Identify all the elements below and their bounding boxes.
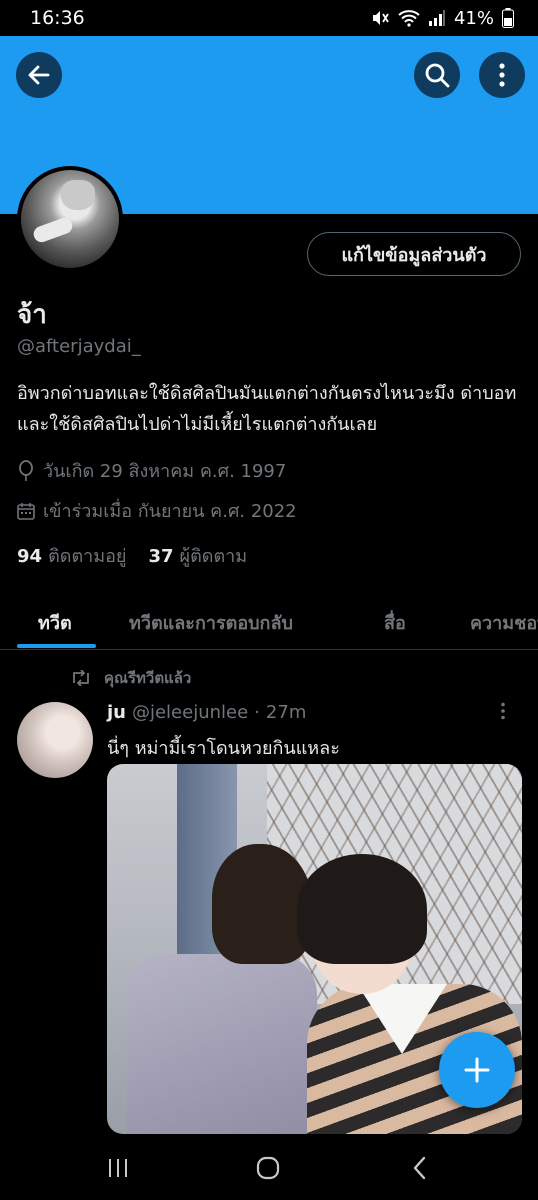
arrow-left-icon (28, 65, 50, 85)
tweet-author-avatar[interactable] (17, 702, 93, 778)
joined-text: เข้าร่วมเมื่อ กันยายน ค.ศ. 2022 (43, 501, 297, 522)
plus-icon (464, 1057, 490, 1083)
follow-stats: 94 ติดตามอยู่ 37 ผู้ติดตาม (17, 541, 247, 570)
signal-icon (428, 10, 445, 26)
back-button[interactable] (16, 52, 62, 98)
followers-count: 37 (148, 546, 174, 567)
recent-apps-button[interactable] (106, 1156, 130, 1184)
back-icon (413, 1156, 426, 1180)
display-name: จ้า (17, 300, 47, 330)
user-handle: @afterjaydai_ (17, 336, 141, 357)
tab-media[interactable]: สื่อ (384, 608, 406, 637)
system-navigation-bar (0, 1140, 538, 1200)
profile-avatar[interactable] (17, 166, 123, 272)
balloon-icon (19, 459, 33, 481)
following-label: ติดตามอยู่ (48, 546, 127, 567)
status-bar: 16:36 41% (0, 0, 538, 36)
followers-label: ผู้ติดตาม (179, 546, 248, 567)
tweet-more-button[interactable] (500, 702, 506, 724)
following-link[interactable]: 94 ติดตามอยู่ (17, 541, 126, 570)
recent-apps-icon (109, 1159, 127, 1177)
status-icons: 41% (370, 8, 514, 29)
following-count: 94 (17, 546, 43, 567)
active-tab-indicator (17, 644, 96, 648)
tab-tweets-and-replies[interactable]: ทวีตและการตอบกลับ (129, 608, 293, 637)
joined-line: เข้าร่วมเมื่อ กันยายน ค.ศ. 2022 (17, 496, 297, 525)
retweet-indicator: คุณรีทวีตแล้ว (70, 666, 191, 690)
battery-icon (502, 8, 514, 28)
more-vertical-icon (499, 63, 505, 87)
profile-bio: อิพวกด่าบอทและใช้ดิสศิลปินมันแตกต่างกันต… (17, 383, 517, 435)
tweet-author-name[interactable]: ju (107, 702, 126, 723)
profile-tabs: ทวีต ทวีตและการตอบกลับ สื่อ ความชอบ (0, 590, 538, 650)
status-time: 16:36 (30, 7, 85, 29)
tweet-header: ju @jeleejunlee · 27m (107, 702, 306, 723)
tweet-author-handle[interactable]: @jeleejunlee (132, 702, 248, 723)
tweet-text: นี่ๆ หม่ามี้เราโดนหวยกินแหละ (107, 738, 340, 759)
more-vertical-icon (501, 702, 505, 720)
home-button[interactable] (256, 1156, 280, 1184)
battery-percent: 41% (453, 7, 494, 29)
birthdate-text: วันเกิด 29 สิงหาคม ค.ศ. 1997 (43, 461, 287, 482)
retweet-label: คุณรีทวีตแล้ว (104, 669, 192, 687)
search-button[interactable] (414, 52, 460, 98)
tab-likes[interactable]: ความชอบ (470, 608, 538, 637)
search-icon (425, 63, 450, 88)
avatar-image (21, 170, 119, 268)
home-icon (256, 1156, 280, 1180)
followers-link[interactable]: 37 ผู้ติดตาม (148, 541, 247, 570)
edit-profile-button[interactable]: แก้ไขข้อมูลส่วนตัว (307, 232, 521, 276)
mute-icon (372, 11, 389, 25)
system-back-button[interactable] (410, 1156, 430, 1184)
wifi-icon (398, 10, 420, 27)
person-right-hair (297, 854, 427, 964)
tab-tweets[interactable]: ทวีต (38, 608, 72, 637)
compose-tweet-button[interactable] (439, 1032, 515, 1108)
more-options-button[interactable] (479, 52, 525, 98)
retweet-icon (73, 670, 89, 686)
birthdate-line: วันเกิด 29 สิงหาคม ค.ศ. 1997 (17, 456, 286, 485)
tweet-time[interactable]: 27m (266, 702, 306, 723)
tweet-separator: · (254, 702, 260, 723)
calendar-icon (17, 502, 35, 520)
